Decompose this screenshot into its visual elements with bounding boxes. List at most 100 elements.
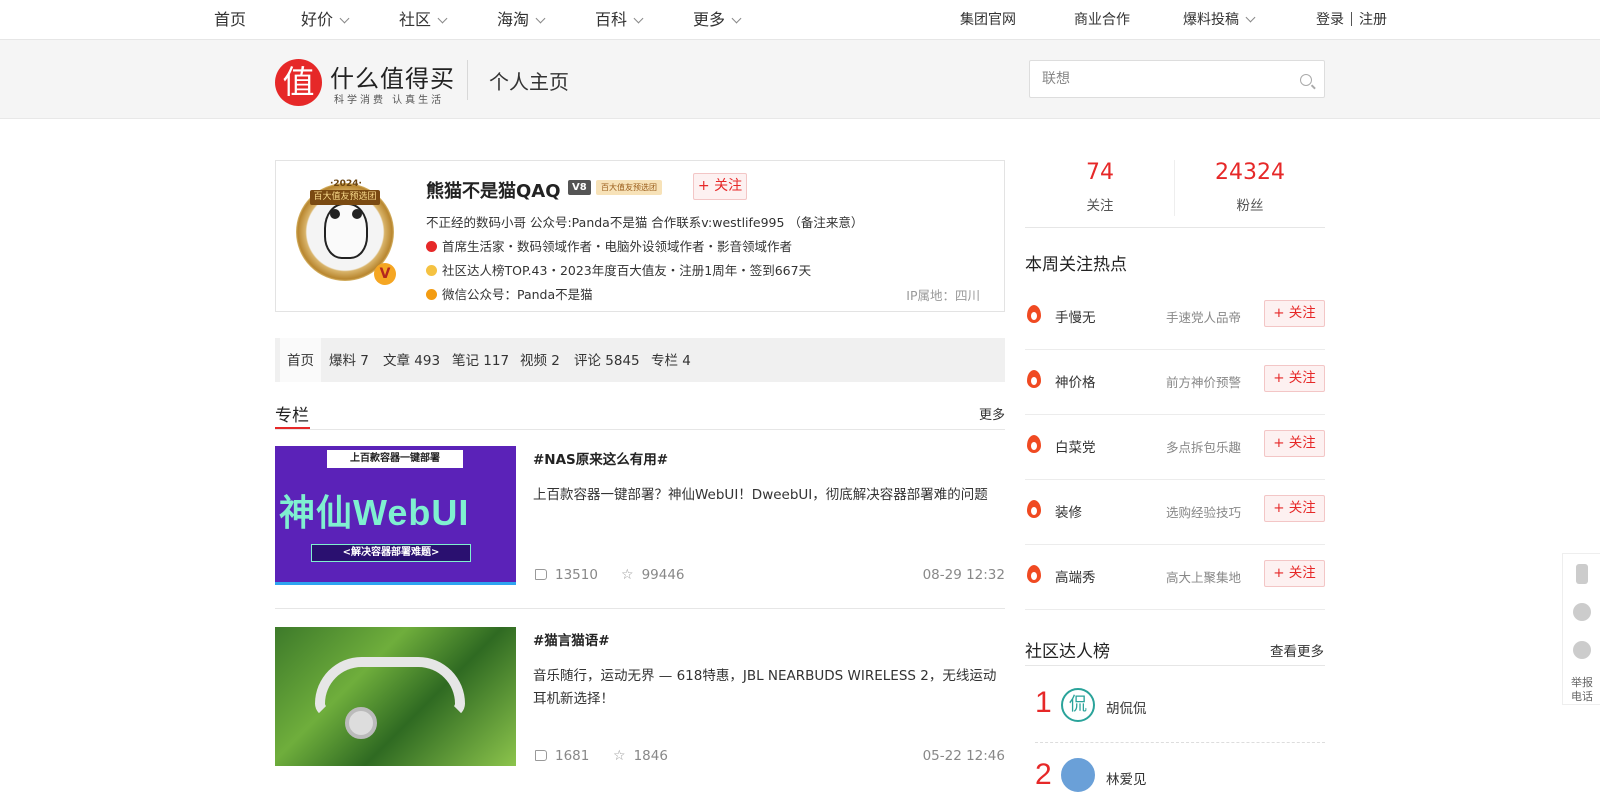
nav-home[interactable]: 首页 — [214, 0, 246, 40]
user-name: 熊猫不是猫QAQ — [426, 181, 561, 202]
tab-deals[interactable]: 爆料 7 — [329, 338, 369, 382]
chevron-down-icon — [633, 13, 644, 24]
hot-follow-button[interactable]: + 关注 — [1264, 365, 1325, 392]
ip-location: IP属地：四川 — [906, 288, 980, 303]
nav-deals[interactable]: 好价 — [301, 0, 350, 40]
tab-videos[interactable]: 视频 2 — [520, 338, 560, 382]
hot-topic-name[interactable]: 高端秀 — [1055, 566, 1096, 586]
register-link[interactable]: 注册 — [1359, 12, 1387, 28]
nav-business[interactable]: 商业合作 — [1074, 0, 1130, 40]
following-stat[interactable]: 74 关注 — [1025, 160, 1175, 214]
divider — [1025, 665, 1325, 666]
section-more-link[interactable]: 更多 — [979, 404, 1005, 423]
auth-links: 登录 注册 — [1316, 0, 1387, 40]
article-topic[interactable]: #猫言猫语# — [533, 629, 610, 649]
nav-submit[interactable]: 爆料投稿 — [1183, 0, 1256, 40]
floating-toolbar: 举报电话 — [1562, 553, 1600, 705]
nav-business-label: 商业合作 — [1074, 12, 1130, 28]
verified-icon: V — [374, 263, 396, 285]
nav-wiki[interactable]: 百科 — [595, 0, 644, 40]
hot-follow-button[interactable]: + 关注 — [1264, 495, 1325, 522]
flame-icon — [1027, 500, 1041, 518]
nav-more-label: 更多 — [693, 10, 726, 29]
article-thumbnail[interactable]: 上百款容器一键部署 神仙WebUI <解决容器部署难题> — [275, 446, 516, 585]
hot-topic-desc: 手速党人品帝 — [1166, 310, 1242, 325]
nav-group-site[interactable]: 集团官网 — [960, 0, 1016, 40]
like-count[interactable]: 1681 — [535, 748, 589, 764]
honor-badge: 百大值友预选团 — [596, 180, 662, 195]
nav-overseas[interactable]: 海淘 — [497, 0, 546, 40]
wechat-icon[interactable] — [1573, 603, 1591, 621]
login-link[interactable]: 登录 — [1316, 12, 1344, 28]
tab-comments[interactable]: 评论 5845 — [574, 338, 640, 382]
favorite-count[interactable]: ☆ 99446 — [621, 567, 685, 583]
nav-group-site-label: 集团官网 — [960, 12, 1016, 28]
hot-topic-row: 装修 选购经验技巧 + 关注 — [1025, 480, 1325, 545]
divider — [1025, 227, 1325, 228]
role-icon — [426, 241, 437, 252]
hot-topics-title: 本周关注热点 — [1025, 255, 1127, 275]
report-phone-link[interactable]: 举报电话 — [1567, 676, 1597, 704]
divider — [1035, 742, 1325, 743]
hot-topic-name[interactable]: 神价格 — [1055, 371, 1096, 391]
earpiece-image — [345, 707, 377, 739]
medal-icon — [426, 265, 437, 276]
article-topic[interactable]: #NAS原来这么有用# — [533, 448, 668, 468]
nav-deals-label: 好价 — [301, 10, 334, 29]
nav-community[interactable]: 社区 — [399, 0, 448, 40]
fans-count: 24324 — [1215, 160, 1285, 185]
flame-icon — [1027, 435, 1041, 453]
ranks-line: 社区达人榜TOP.43・2023年度百大值友・注册1周年・签到667天 — [426, 260, 811, 279]
divider — [275, 429, 1005, 430]
article-thumbnail[interactable] — [275, 627, 516, 766]
like-count[interactable]: 13510 — [535, 567, 598, 583]
hot-topic-name[interactable]: 手慢无 — [1055, 306, 1096, 326]
avatar[interactable]: ·2024· 百大值友预选团 V — [292, 171, 398, 287]
page-title: 个人主页 — [489, 70, 569, 94]
search-icon[interactable] — [1300, 74, 1312, 86]
hot-topic-desc: 多点拆包乐趣 — [1166, 440, 1242, 455]
flame-icon — [1027, 565, 1041, 583]
rank-user-name[interactable]: 胡侃侃 — [1106, 697, 1147, 717]
search-box — [1029, 60, 1325, 98]
follow-button[interactable]: + 关注 — [693, 173, 747, 200]
tab-columns[interactable]: 专栏 4 — [651, 338, 691, 382]
search-input[interactable] — [1030, 61, 1280, 97]
ranking-more-link[interactable]: 查看更多 — [1270, 640, 1324, 660]
hot-topic-name[interactable]: 装修 — [1055, 501, 1082, 521]
hot-topic-row: 神价格 前方神价预警 + 关注 — [1025, 350, 1325, 415]
tab-notes[interactable]: 笔记 117 — [452, 338, 509, 382]
thumbs-up-icon — [535, 750, 547, 761]
article-title[interactable]: 上百款容器一键部署？神仙WebUI！DweebUI，彻底解决容器部署难的问题 — [533, 484, 998, 507]
fans-stat[interactable]: 24324 粉丝 — [1175, 160, 1325, 214]
article-title[interactable]: 音乐随行，运动无界 — 618特惠，JBL NEARBUDS WIRELESS … — [533, 665, 998, 711]
avatar[interactable]: 侃 — [1061, 688, 1095, 722]
favorite-value: 1846 — [633, 748, 668, 764]
nav-submit-label: 爆料投稿 — [1183, 12, 1239, 28]
favorite-count[interactable]: ☆ 1846 — [613, 748, 668, 764]
rss-icon — [426, 289, 437, 300]
flame-icon — [1027, 370, 1041, 388]
hot-follow-button[interactable]: + 关注 — [1264, 560, 1325, 587]
chevron-down-icon — [339, 13, 350, 24]
hot-follow-button[interactable]: + 关注 — [1264, 300, 1325, 327]
phone-icon[interactable] — [1576, 564, 1588, 584]
ranks-text: 社区达人榜TOP.43・2023年度百大值友・注册1周年・签到667天 — [442, 263, 812, 278]
nav-more[interactable]: 更多 — [693, 0, 742, 40]
logo-icon[interactable]: 值 — [275, 59, 322, 106]
logo-text[interactable]: 什么值得买 — [330, 59, 455, 94]
wechat-line: 微信公众号：Panda不是猫 — [426, 284, 593, 303]
favorite-value: 99446 — [641, 567, 685, 583]
roles-text: 首席生活家・数码领域作者・电脑外设领域作者・影音领域作者 — [442, 239, 793, 254]
flame-icon — [1027, 305, 1041, 323]
ranking-title: 社区达人榜 — [1025, 642, 1110, 662]
hot-follow-button[interactable]: + 关注 — [1264, 430, 1325, 457]
hot-topic-name[interactable]: 白菜党 — [1055, 436, 1096, 456]
tab-articles[interactable]: 文章 493 — [383, 338, 440, 382]
rank-user-name[interactable]: 林爱见 — [1106, 768, 1147, 788]
tab-home[interactable]: 首页 — [280, 338, 321, 382]
help-icon[interactable] — [1573, 641, 1591, 659]
article-date: 05-22 12:46 — [922, 748, 1005, 764]
rank-number: 2 — [1035, 758, 1052, 791]
avatar[interactable] — [1061, 758, 1095, 792]
